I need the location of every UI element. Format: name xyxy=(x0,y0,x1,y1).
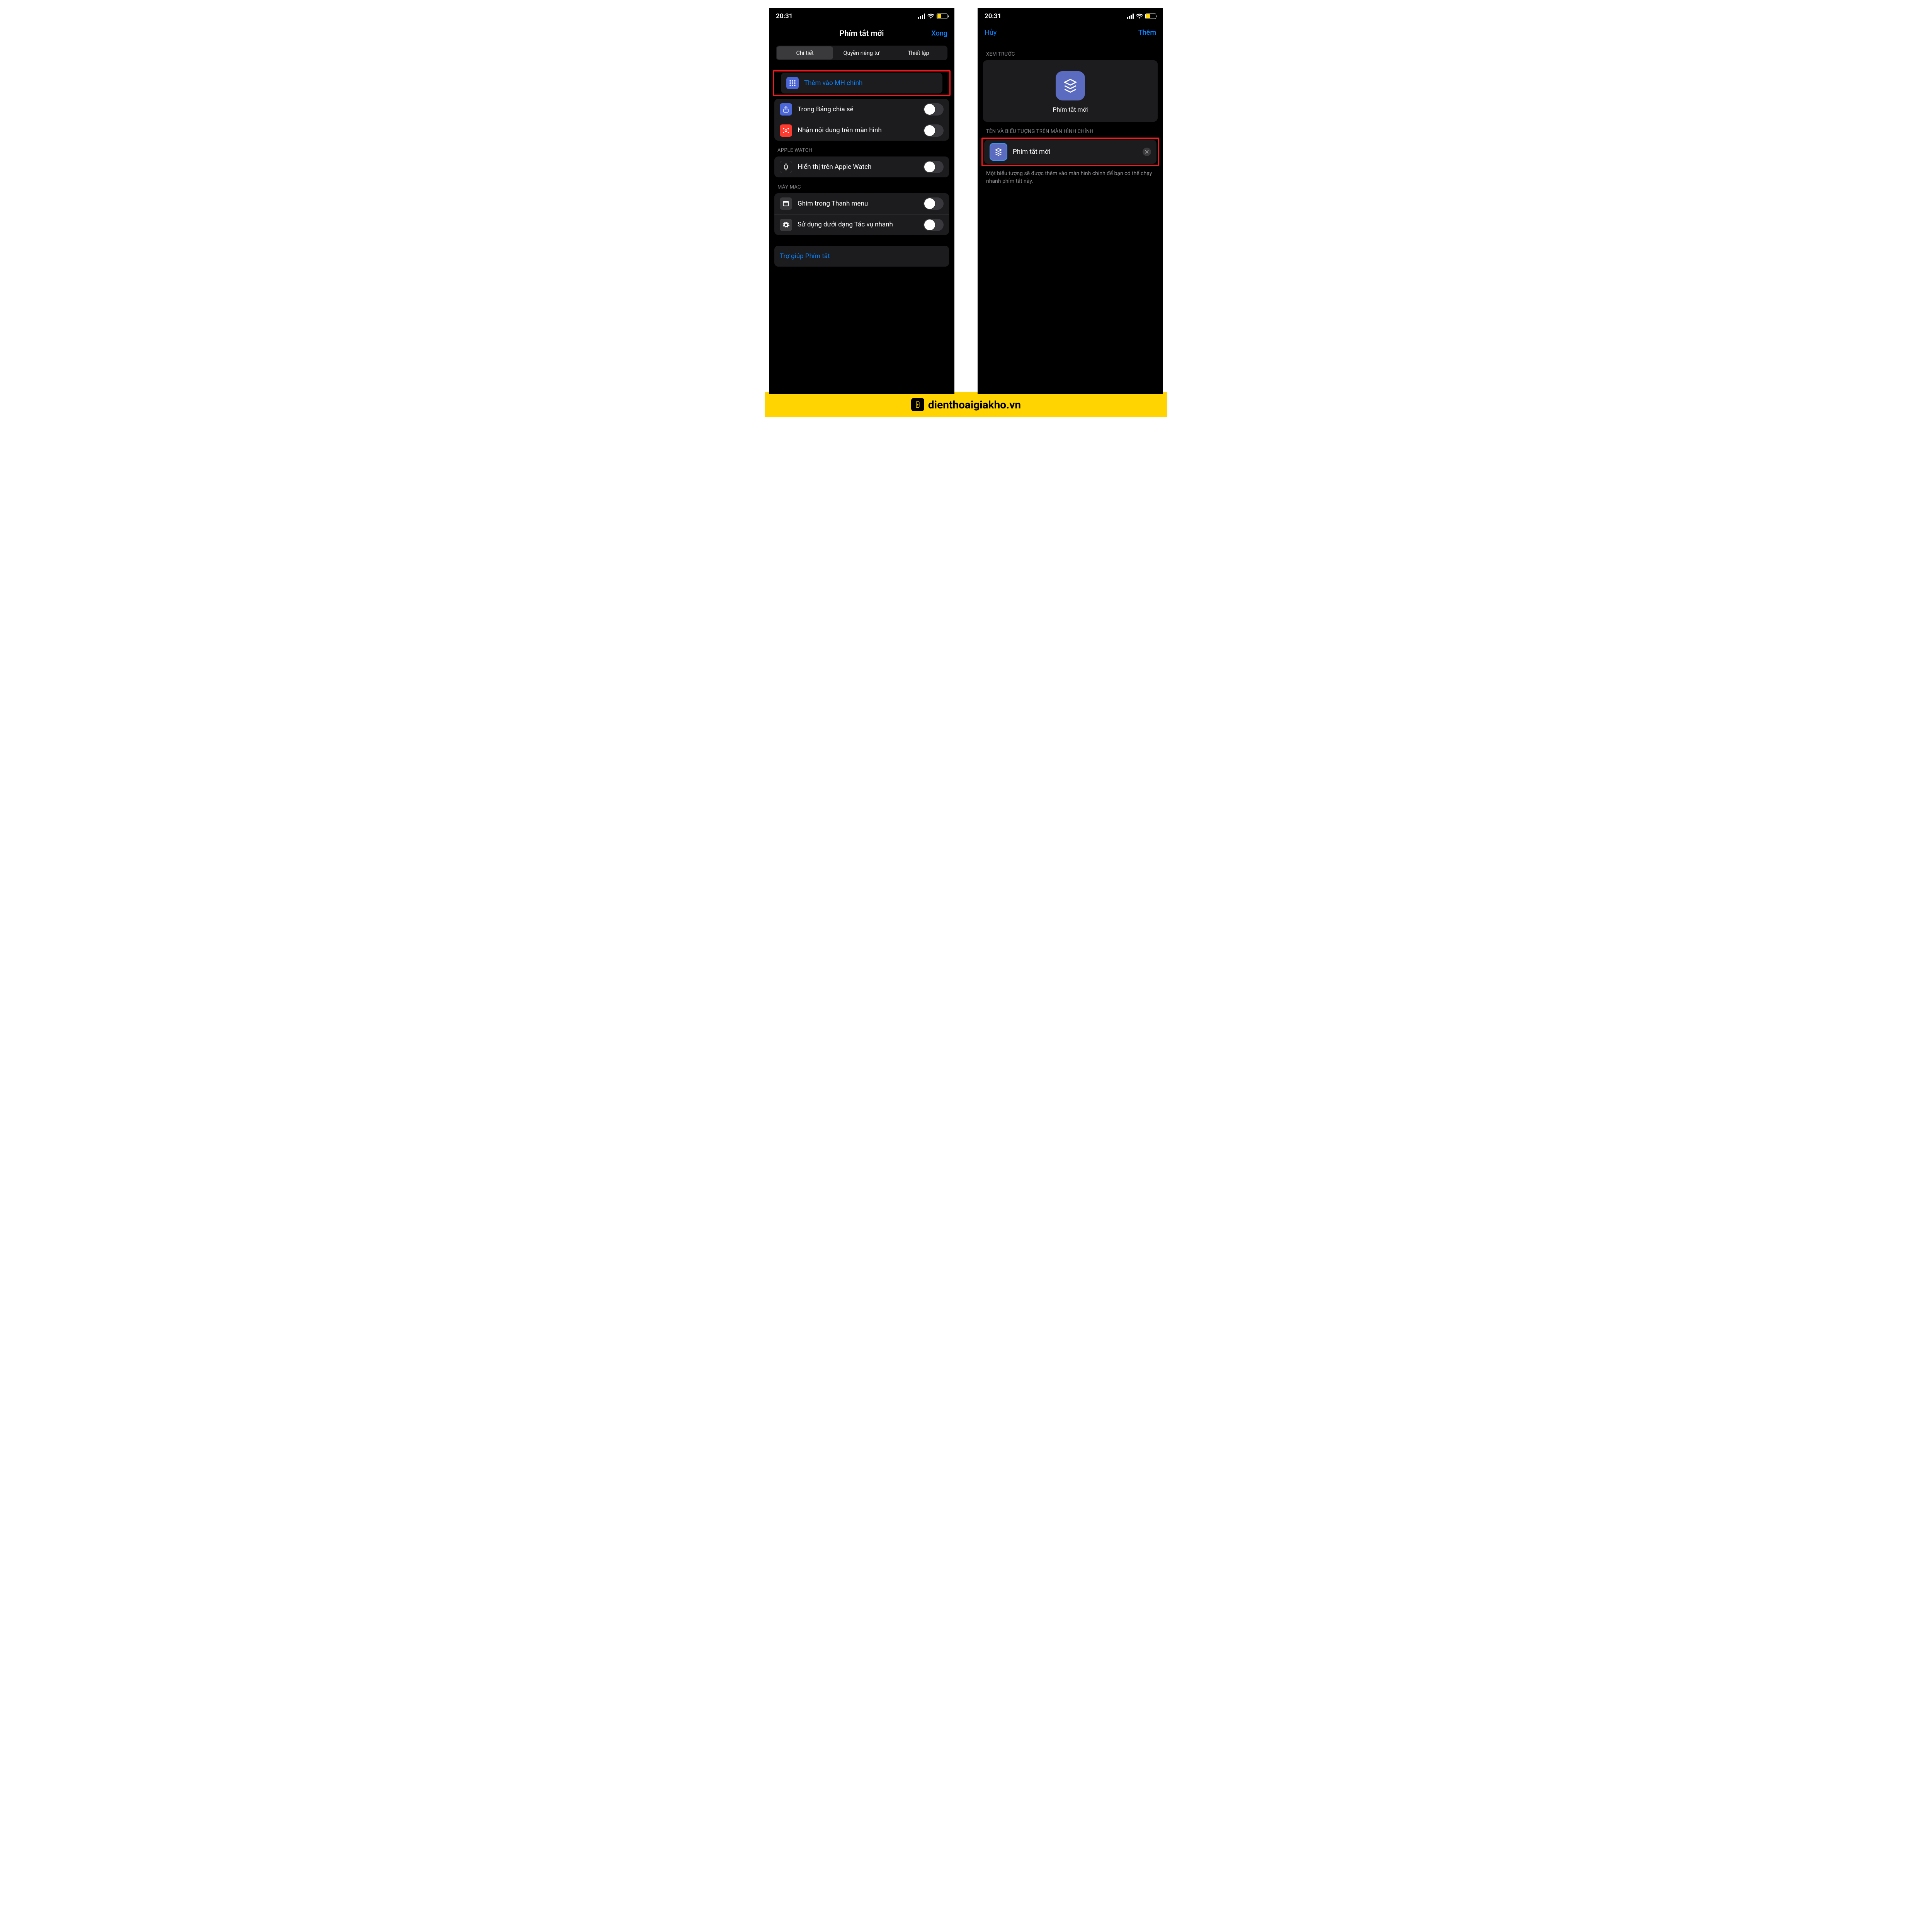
toggle-quick-action[interactable] xyxy=(923,219,944,231)
shortcut-icon-picker[interactable] xyxy=(990,143,1007,161)
row-pin-menu-label: Ghim trong Thanh menu xyxy=(798,199,918,208)
app-grid-icon xyxy=(786,77,799,89)
battery-icon xyxy=(937,14,947,19)
shortcut-name-input[interactable]: Phím tắt mới xyxy=(1013,148,1137,156)
toggle-pin-menu[interactable] xyxy=(923,197,944,210)
toggle-receive-screen[interactable] xyxy=(923,124,944,137)
row-help-label: Trợ giúp Phím tắt xyxy=(780,252,944,260)
status-indicators xyxy=(1127,14,1156,19)
group-sharing: Trong Bảng chia sẻ Nhận nội dung trên mà… xyxy=(774,99,949,141)
row-share-sheet[interactable]: Trong Bảng chia sẻ xyxy=(774,99,949,120)
toggle-share-sheet[interactable] xyxy=(923,103,944,116)
status-bar: 20:31 xyxy=(978,8,1163,25)
row-quick-action-label: Sử dụng dưới dạng Tác vụ nhanh xyxy=(798,220,918,229)
nav-title: Phím tắt mới xyxy=(840,29,884,38)
row-receive-screen-label: Nhận nội dung trên màn hình xyxy=(798,126,918,134)
cellular-icon xyxy=(918,14,925,19)
toggle-apple-watch[interactable] xyxy=(923,161,944,173)
section-header-name-icon: TÊN VÀ BIỂU TƯỢNG TRÊN MÀN HÌNH CHÍNH xyxy=(978,122,1163,138)
row-apple-watch[interactable]: Hiển thị trên Apple Watch xyxy=(774,156,949,177)
section-header-mac: MÁY MAC xyxy=(769,177,954,193)
preview-card: Phím tắt mới xyxy=(983,60,1158,122)
gear-icon xyxy=(780,219,792,231)
watermark-logo-icon xyxy=(911,398,924,411)
helper-text: Một biểu tượng sẽ được thêm vào màn hình… xyxy=(978,166,1163,189)
wifi-icon xyxy=(1136,14,1143,19)
row-add-to-home[interactable]: Thêm vào MH chính xyxy=(781,73,942,94)
add-button[interactable]: Thêm xyxy=(1138,29,1156,37)
clear-name-button[interactable] xyxy=(1143,148,1151,156)
nav-bar: Phím tắt mới Xong xyxy=(769,25,954,46)
watch-icon xyxy=(780,161,792,173)
shortcut-preview-icon xyxy=(1056,71,1085,100)
tab-setup[interactable]: Thiết lập xyxy=(890,46,947,60)
row-quick-action[interactable]: Sử dụng dưới dạng Tác vụ nhanh xyxy=(774,214,949,235)
group-watch: Hiển thị trên Apple Watch xyxy=(774,156,949,177)
done-button[interactable]: Xong xyxy=(931,29,947,37)
watermark-banner: dienthoaigiakho.vn xyxy=(765,392,1167,417)
status-time: 20:31 xyxy=(985,12,1001,20)
phone-right-add-to-home: 20:31 Hủy Thêm XEM TRƯỚC Phím tắt mới xyxy=(978,8,1163,394)
watermark-text: dienthoaigiakho.vn xyxy=(928,398,1021,411)
tab-details[interactable]: Chi tiết xyxy=(777,46,833,60)
status-bar: 20:31 xyxy=(769,8,954,25)
row-receive-screen[interactable]: Nhận nội dung trên màn hình xyxy=(774,120,949,141)
nav-bar: Hủy Thêm xyxy=(978,25,1163,44)
preview-label: Phím tắt mới xyxy=(1053,106,1088,113)
row-share-sheet-label: Trong Bảng chia sẻ xyxy=(798,105,918,114)
tab-privacy[interactable]: Quyền riêng tư xyxy=(833,46,889,60)
capture-icon xyxy=(780,124,792,137)
group-help: Trợ giúp Phím tắt xyxy=(774,246,949,267)
share-icon xyxy=(780,103,792,116)
highlight-add-home: Thêm vào MH chính xyxy=(773,70,951,96)
phone-left-details: 20:31 Phím tắt mới Xong Chi tiết Quyền r… xyxy=(769,8,954,394)
cellular-icon xyxy=(1127,14,1134,19)
status-time: 20:31 xyxy=(776,12,793,20)
battery-icon xyxy=(1145,14,1156,19)
highlight-name-row: Phím tắt mới xyxy=(981,138,1159,166)
row-name-input[interactable]: Phím tắt mới xyxy=(984,140,1156,164)
row-pin-menu[interactable]: Ghim trong Thanh menu xyxy=(774,193,949,214)
section-header-preview: XEM TRƯỚC xyxy=(978,44,1163,60)
row-help[interactable]: Trợ giúp Phím tắt xyxy=(774,246,949,267)
window-icon xyxy=(780,197,792,210)
section-header-watch: APPLE WATCH xyxy=(769,141,954,156)
row-apple-watch-label: Hiển thị trên Apple Watch xyxy=(798,163,918,171)
status-indicators xyxy=(918,14,947,19)
wifi-icon xyxy=(927,14,934,19)
segmented-control[interactable]: Chi tiết Quyền riêng tư Thiết lập xyxy=(776,46,947,60)
row-add-to-home-label: Thêm vào MH chính xyxy=(804,79,937,87)
cancel-button[interactable]: Hủy xyxy=(985,29,997,37)
group-mac: Ghim trong Thanh menu Sử dụng dưới dạng … xyxy=(774,193,949,235)
